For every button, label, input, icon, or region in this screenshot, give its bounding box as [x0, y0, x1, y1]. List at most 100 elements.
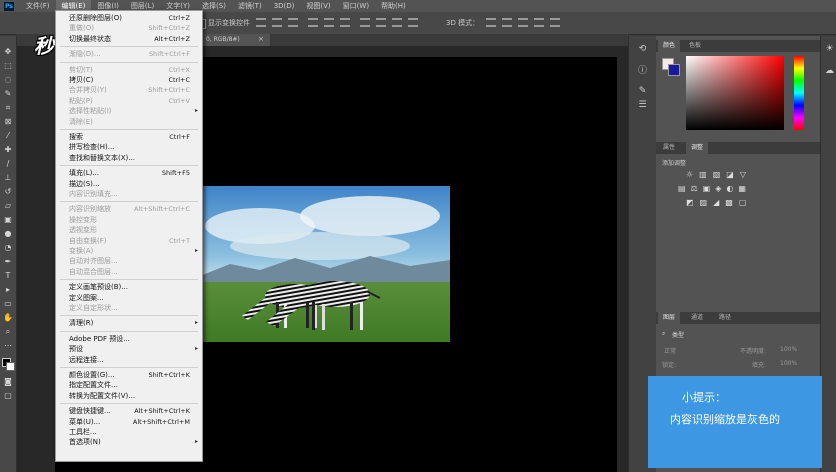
- edit-menu-item[interactable]: 预设 ▸: [56, 344, 202, 354]
- align-top-icon[interactable]: [256, 18, 266, 27]
- blend-mode-select[interactable]: 正常: [664, 346, 676, 355]
- align-left-icon[interactable]: [308, 18, 318, 27]
- edit-menu-item-label: 转换为配置文件(V)...: [69, 391, 135, 400]
- edit-menu-item[interactable]: 定义画笔预设(B)...: [56, 282, 202, 292]
- edit-menu-item[interactable]: 查找和替换文本(X)...: [56, 153, 202, 163]
- path-select-tool-icon[interactable]: ▸: [3, 286, 13, 294]
- edit-menu-item[interactable]: 搜索 Ctrl+F: [56, 132, 202, 142]
- 3d-roll-icon[interactable]: [502, 18, 512, 27]
- brush-tool-icon[interactable]: ∕: [3, 160, 13, 168]
- dodge-tool-icon[interactable]: ◔: [3, 244, 13, 252]
- edit-menu-item-label: 拼写检查(H)...: [69, 143, 115, 152]
- screen-mode-icon[interactable]: ▢: [3, 392, 13, 400]
- adjust-sliders-icon[interactable]: ☰: [637, 100, 648, 111]
- adjustment-icons-row-2[interactable]: ▤⚖▣◈◐▦: [678, 184, 751, 193]
- type-tool-icon[interactable]: T: [3, 272, 13, 280]
- quick-mask-icon[interactable]: ◙: [3, 378, 13, 386]
- tab-swatches[interactable]: 色板: [684, 40, 706, 52]
- menu-item-9[interactable]: 窗口(W): [337, 0, 375, 12]
- hue-slider[interactable]: [794, 56, 804, 130]
- crop-tool-icon[interactable]: ⌗: [3, 104, 13, 112]
- close-tab-icon[interactable]: ×: [258, 35, 264, 43]
- far-right-strip: ☀ ☁: [820, 36, 836, 472]
- align-center-icon[interactable]: [324, 18, 334, 27]
- menu-item-8[interactable]: 视图(V): [300, 0, 336, 12]
- tab-color[interactable]: 颜色: [658, 40, 681, 52]
- rectangle-tool-icon[interactable]: ▭: [3, 300, 13, 308]
- edit-menu-item[interactable]: 转换为配置文件(V)...: [56, 391, 202, 401]
- edit-menu-item-shortcut: Shift+Ctrl+Z: [148, 24, 190, 33]
- opacity-value[interactable]: 100%: [780, 346, 797, 353]
- eyedropper-tool-icon[interactable]: ⁄: [3, 132, 13, 140]
- lasso-tool-icon[interactable]: ◌: [3, 76, 13, 84]
- brush-settings-icon[interactable]: ✎: [637, 86, 648, 97]
- edit-menu-item[interactable]: 还原删除图层(O) Ctrl+Z: [56, 13, 202, 23]
- edit-menu-item[interactable]: 颜色设置(G)... Shift+Ctrl+K: [56, 370, 202, 380]
- healing-brush-tool-icon[interactable]: ✚: [3, 146, 13, 154]
- edit-menu-item[interactable]: 描边(S)...: [56, 179, 202, 189]
- adjustment-icons-row-1[interactable]: ☼▥▧◪▽: [686, 170, 752, 179]
- edit-menu-item[interactable]: 清理(R) ▸: [56, 318, 202, 328]
- distribute-middle-icon[interactable]: [376, 18, 386, 27]
- align-right-icon[interactable]: [340, 18, 350, 27]
- edit-menu-item[interactable]: 首选项(N) ▸: [56, 437, 202, 447]
- menu-item-0[interactable]: 文件(F): [20, 0, 56, 12]
- history-brush-tool-icon[interactable]: ↺: [3, 188, 13, 196]
- more-tools-icon[interactable]: ⋯: [3, 342, 13, 350]
- tab-channels[interactable]: 通道: [686, 312, 708, 324]
- edit-menu-item-shortcut: Alt+Ctrl+Z: [154, 34, 190, 43]
- menu-separator: [60, 330, 198, 332]
- edit-menu-item[interactable]: 切换最终状态 Alt+Ctrl+Z: [56, 34, 202, 44]
- tab-adjustments[interactable]: 调整: [686, 142, 709, 154]
- distribute-left-icon[interactable]: [408, 18, 418, 27]
- blur-tool-icon[interactable]: ●: [3, 230, 13, 238]
- quick-select-tool-icon[interactable]: ✎: [3, 90, 13, 98]
- 3d-scale-icon[interactable]: [550, 18, 560, 27]
- clone-stamp-tool-icon[interactable]: ⊥: [3, 174, 13, 182]
- info-icon[interactable]: ⓘ: [637, 66, 648, 77]
- background-color-chip[interactable]: [668, 64, 680, 76]
- hand-tool-icon[interactable]: ✋: [3, 314, 13, 322]
- distribute-top-icon[interactable]: [360, 18, 370, 27]
- edit-menu-item[interactable]: 填充(L)... Shift+F5: [56, 168, 202, 178]
- adjustment-icons-row-3[interactable]: ◩▨◢▩▢: [686, 198, 752, 207]
- menu-item-10[interactable]: 帮助(H): [375, 0, 412, 12]
- 3d-slide-icon[interactable]: [534, 18, 544, 27]
- edit-menu-item[interactable]: 拼写检查(H)...: [56, 142, 202, 152]
- history-icon[interactable]: ⟲: [637, 44, 648, 55]
- background-color-swatch[interactable]: [6, 362, 15, 371]
- tab-paths[interactable]: 路径: [714, 312, 736, 324]
- libraries-icon[interactable]: ☁: [824, 66, 835, 77]
- edit-menu-item[interactable]: 拷贝(C) Ctrl+C: [56, 75, 202, 85]
- align-bottom-icon[interactable]: [288, 18, 298, 27]
- edit-menu-item[interactable]: 定义图案...: [56, 293, 202, 303]
- marquee-tool-icon[interactable]: ⬚: [3, 62, 13, 70]
- fill-value[interactable]: 100%: [780, 360, 797, 367]
- frame-tool-icon[interactable]: ⊠: [3, 118, 13, 126]
- 3d-rotate-icon[interactable]: [486, 18, 496, 27]
- edit-menu-item[interactable]: 远程连接...: [56, 355, 202, 365]
- edit-menu-item[interactable]: 键盘快捷键... Alt+Shift+Ctrl+K: [56, 406, 202, 416]
- gradient-tool-icon[interactable]: ▣: [3, 216, 13, 224]
- edit-menu-item[interactable]: 指定配置文件...: [56, 380, 202, 390]
- tab-properties[interactable]: 属性: [658, 142, 680, 154]
- 3d-pan-icon[interactable]: [518, 18, 528, 27]
- pen-tool-icon[interactable]: ✒: [3, 258, 13, 266]
- photoshop-logo-icon: Ps: [4, 1, 14, 11]
- layer-filter-kind[interactable]: 类型: [672, 330, 684, 339]
- tab-layers[interactable]: 图层: [658, 312, 681, 324]
- zoom-tool-icon[interactable]: ⌕: [3, 328, 13, 336]
- eraser-tool-icon[interactable]: ▱: [3, 202, 13, 210]
- distribute-bottom-icon[interactable]: [392, 18, 402, 27]
- move-tool-icon[interactable]: ✥: [3, 48, 13, 56]
- edit-menu-item[interactable]: 工具栏...: [56, 427, 202, 437]
- edit-menu-item[interactable]: 菜单(U)... Alt+Shift+Ctrl+M: [56, 417, 202, 427]
- lightbulb-icon[interactable]: ☀: [824, 44, 835, 55]
- edit-menu-item-shortcut: Alt+Shift+Ctrl+C: [133, 205, 190, 214]
- menu-item-6[interactable]: 滤镜(T): [232, 0, 268, 12]
- menu-item-7[interactable]: 3D(D): [268, 0, 301, 12]
- color-field[interactable]: [686, 56, 784, 130]
- edit-menu-item[interactable]: Adobe PDF 预设...: [56, 334, 202, 344]
- align-middle-icon[interactable]: [272, 18, 282, 27]
- tip-title: 小提示：: [682, 391, 726, 404]
